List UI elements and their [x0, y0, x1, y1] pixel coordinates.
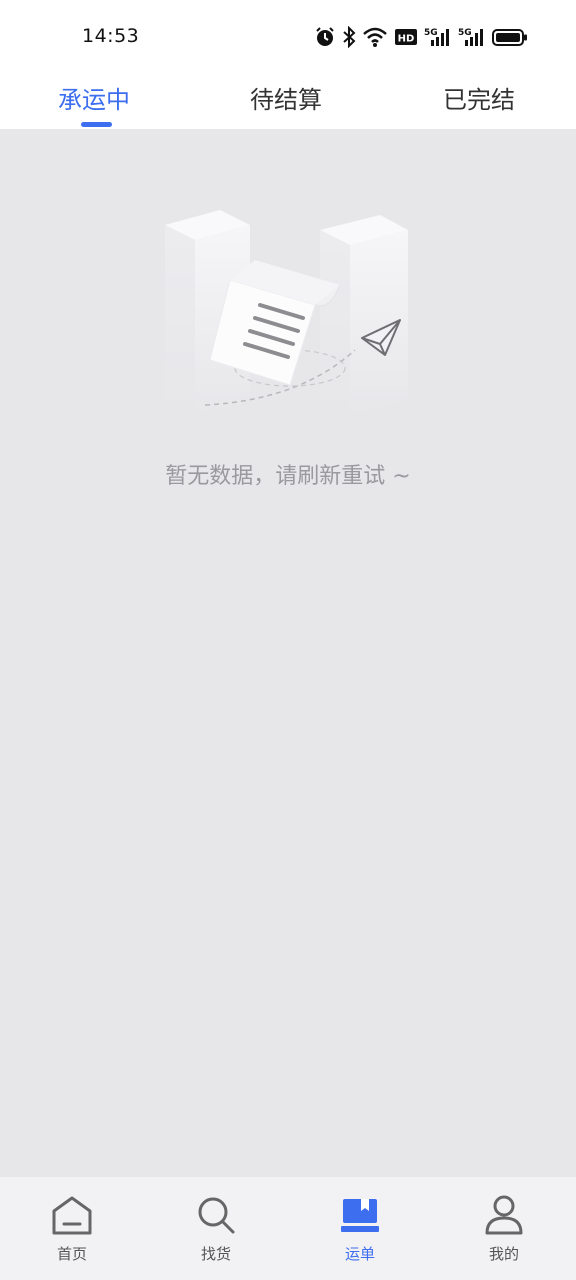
nav-find-goods[interactable]: 找货 — [144, 1177, 288, 1280]
nav-profile[interactable]: 我的 — [432, 1177, 576, 1280]
status-bar: 14:53 HD 5G 5G — [0, 0, 576, 72]
tab-indicator — [81, 122, 112, 127]
tab-pending-settlement[interactable]: 待结算 — [250, 84, 322, 116]
bluetooth-icon — [343, 26, 356, 48]
network-label: 5G — [424, 28, 438, 38]
tab-in-transit[interactable]: 承运中 — [58, 84, 130, 116]
tab-completed[interactable]: 已完结 — [443, 84, 515, 116]
network-label: 5G — [458, 28, 472, 38]
bottom-nav: 首页 找货 运单 我的 — [0, 1177, 576, 1280]
waybill-icon — [341, 1199, 379, 1232]
search-icon — [198, 1197, 235, 1234]
nav-waybill[interactable]: 运单 — [288, 1177, 432, 1280]
hd-label: HD — [398, 34, 415, 45]
tab-bar: 承运中 待结算 已完结 — [0, 72, 576, 129]
signal-5g-icon: 5G — [424, 28, 449, 46]
wifi-icon — [363, 27, 387, 47]
home-icon — [52, 1196, 92, 1235]
profile-icon — [485, 1195, 523, 1235]
nav-find-goods-label: 找货 — [200, 1245, 231, 1263]
empty-state-message: 暂无数据，请刷新重试 ~ — [165, 464, 411, 489]
status-icons: HD 5G 5G — [314, 24, 528, 50]
status-time: 14:53 — [82, 25, 140, 47]
nav-home-label: 首页 — [56, 1245, 87, 1263]
hd-icon: HD — [395, 29, 417, 45]
nav-home[interactable]: 首页 — [0, 1177, 144, 1280]
signal-5g-icon: 5G — [458, 28, 483, 46]
nav-waybill-label: 运单 — [344, 1245, 375, 1263]
battery-icon — [492, 29, 527, 46]
nav-profile-label: 我的 — [488, 1245, 519, 1263]
empty-document-icon — [165, 210, 408, 415]
alarm-icon — [316, 27, 334, 46]
